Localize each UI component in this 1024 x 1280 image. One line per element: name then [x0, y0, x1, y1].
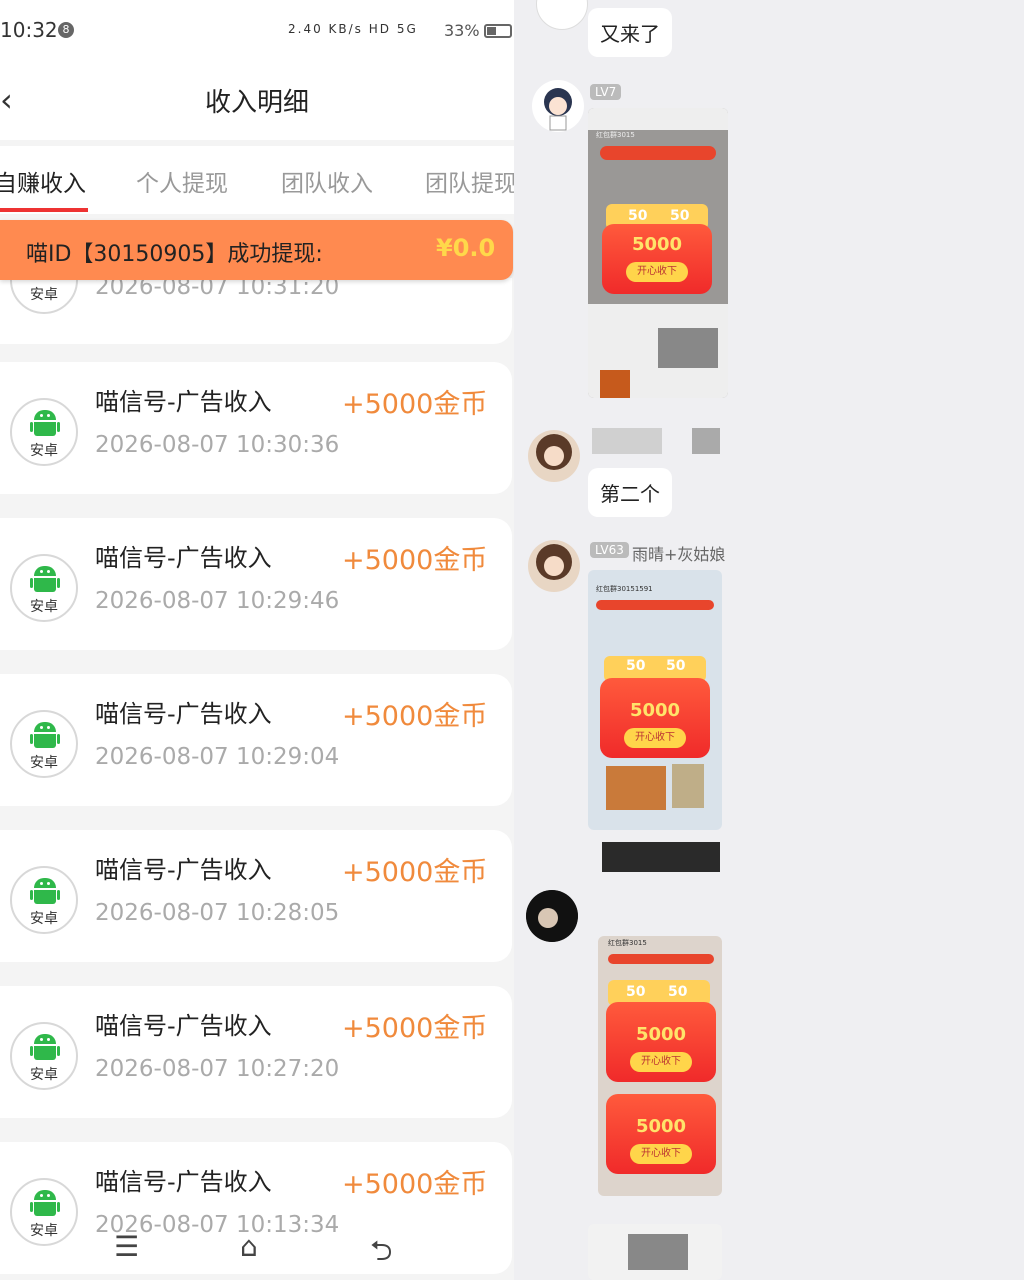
- coin-tile: 50: [670, 208, 690, 224]
- home-icon[interactable]: ⌂: [240, 1230, 258, 1263]
- android-icon: [30, 1190, 60, 1216]
- list-item[interactable]: 安卓 喵信号-广告收入 +5000金币 2026-08-07 10:27:20: [0, 986, 512, 1118]
- screen: 10:32 8 2.40 KB/s HD 5G 33% ‹ 收入明细 自赚收入 …: [0, 0, 1024, 1280]
- list-item[interactable]: 安卓 喵信号-广告收入 +5000金币 2026-08-07 10:28:05: [0, 830, 512, 962]
- chat-message: 第二个: [588, 468, 672, 517]
- platform-label: 安卓: [30, 1067, 58, 1083]
- screenshot-group-name: 红包群3015: [596, 131, 635, 139]
- android-avatar: 安卓: [10, 710, 78, 778]
- android-avatar: 安卓: [10, 554, 78, 622]
- sender-name: 雨晴+灰姑娘: [632, 545, 726, 564]
- user-avatar[interactable]: [528, 540, 580, 592]
- record-date: 2026-08-07 10:29:46: [95, 588, 340, 614]
- android-icon: [30, 410, 60, 436]
- android-icon: [30, 722, 60, 748]
- accept-button: 开心收下: [630, 1052, 692, 1072]
- record-title: 喵信号-广告收入: [95, 388, 272, 416]
- blurred-name: [692, 428, 720, 454]
- active-tab-indicator: [0, 208, 88, 212]
- list-item[interactable]: 安卓 2026-08-07 10:31:20: [0, 246, 512, 344]
- platform-label: 安卓: [30, 599, 58, 615]
- coin-tile: 50: [626, 984, 646, 1000]
- record-date: 2026-08-07 10:27:20: [95, 1056, 340, 1082]
- tab-team-income[interactable]: 团队收入: [281, 164, 373, 198]
- menu-icon[interactable]: ☰: [114, 1230, 139, 1263]
- record-amount: +5000金币: [342, 389, 488, 420]
- system-nav-bar: ☰ ⌂ ⮌: [0, 1226, 514, 1280]
- coin-tile: 50: [626, 658, 646, 674]
- list-item[interactable]: 安卓 喵信号-广告收入 +5000金币 2026-08-07 10:30:36: [0, 362, 512, 494]
- nav-bar: ‹ 收入明细: [0, 62, 514, 140]
- income-detail-panel: 10:32 8 2.40 KB/s HD 5G 33% ‹ 收入明细 自赚收入 …: [0, 0, 514, 1280]
- record-date: 2026-08-07 10:28:05: [95, 900, 340, 926]
- back-icon[interactable]: ⮌: [370, 1230, 392, 1278]
- screenshot-group-name: 红包群30151591: [596, 585, 653, 593]
- screenshot-group-name: 红包群3015: [608, 939, 647, 947]
- android-avatar: 安卓: [10, 1022, 78, 1090]
- record-amount: +5000金币: [342, 1013, 488, 1044]
- android-icon: [30, 878, 60, 904]
- status-icons: 2.40 KB/s HD 5G: [288, 22, 418, 36]
- reward-amount: 5000: [629, 700, 681, 721]
- platform-label: 安卓: [30, 443, 58, 459]
- tab-team-withdraw[interactable]: 团队提现: [425, 164, 514, 198]
- tab-personal-withdraw[interactable]: 个人提现: [136, 164, 228, 198]
- android-avatar: 安卓: [10, 398, 78, 466]
- shared-screenshot[interactable]: 红包群3015 50 50 5000 开心收下 5000 开心收下: [598, 936, 722, 1196]
- platform-label: 安卓: [30, 287, 58, 303]
- list-item[interactable]: 安卓 喵信号-广告收入 +5000金币 2026-08-07 10:29:04: [0, 674, 512, 806]
- page-title: 收入明细: [204, 88, 309, 118]
- record-amount: +5000金币: [342, 1169, 488, 1200]
- record-amount: +5000金币: [342, 701, 488, 732]
- accept-button: 开心收下: [630, 1144, 692, 1164]
- blurred-block: [602, 842, 720, 872]
- status-time: 10:32: [0, 18, 58, 42]
- banner-text: 喵ID【30150905】成功提现:: [26, 242, 323, 267]
- accept-button: 开心收下: [624, 728, 686, 748]
- level-badge: LV63: [590, 542, 629, 558]
- coin-tile: 50: [668, 984, 688, 1000]
- record-title: 喵信号-广告收入: [95, 700, 272, 728]
- user-avatar[interactable]: [526, 890, 578, 942]
- record-amount: +5000金币: [342, 545, 488, 576]
- android-icon: [30, 566, 60, 592]
- record-title: 喵信号-广告收入: [95, 1012, 272, 1040]
- record-date: 2026-08-07 10:29:04: [95, 744, 340, 770]
- user-avatar[interactable]: [536, 0, 588, 30]
- shared-screenshot[interactable]: 红包群3015 50 50 5000 开心收下: [588, 108, 728, 398]
- status-bar: 10:32 8 2.40 KB/s HD 5G 33%: [0, 0, 514, 62]
- notification-badge: 8: [58, 22, 74, 38]
- withdraw-notice-banner: 喵ID【30150905】成功提现: ¥0.0: [0, 220, 513, 280]
- shared-screenshot[interactable]: 红包群30151591 50 50 5000 开心收下: [588, 570, 722, 830]
- list-item[interactable]: 安卓 喵信号-广告收入 +5000金币 2026-08-07 10:29:46: [0, 518, 512, 650]
- reward-amount: 5000: [631, 234, 683, 255]
- blurred-name: [592, 428, 662, 454]
- banner-amount: ¥0.0: [436, 234, 496, 262]
- record-date: 2026-08-07 10:30:36: [95, 432, 340, 458]
- shared-screenshot[interactable]: [588, 1224, 722, 1280]
- battery-icon: [484, 24, 512, 38]
- reward-amount: 5000: [635, 1116, 687, 1137]
- user-avatar[interactable]: [528, 430, 580, 482]
- android-avatar: 安卓: [10, 866, 78, 934]
- chat-message: 又来了: [588, 8, 672, 57]
- platform-label: 安卓: [30, 755, 58, 771]
- level-badge: LV7: [590, 84, 622, 100]
- tab-self-income[interactable]: 自赚收入: [0, 164, 86, 198]
- record-amount: +5000金币: [342, 857, 488, 888]
- record-title: 喵信号-广告收入: [95, 1168, 272, 1196]
- record-title: 喵信号-广告收入: [95, 544, 272, 572]
- coin-tile: 50: [628, 208, 648, 224]
- battery-percent: 33%: [444, 21, 480, 40]
- tab-bar: 自赚收入 个人提现 团队收入 团队提现: [0, 146, 514, 214]
- coin-tile: 50: [666, 658, 686, 674]
- record-title: 喵信号-广告收入: [95, 856, 272, 884]
- user-avatar[interactable]: [532, 80, 584, 132]
- accept-button: 开心收下: [626, 262, 688, 282]
- reward-amount: 5000: [635, 1024, 687, 1045]
- platform-label: 安卓: [30, 911, 58, 927]
- android-icon: [30, 1034, 60, 1060]
- chat-panel: 又来了 LV7 红包群3015 50 50 5000 开心收下 第二个 LV63…: [514, 0, 1024, 1280]
